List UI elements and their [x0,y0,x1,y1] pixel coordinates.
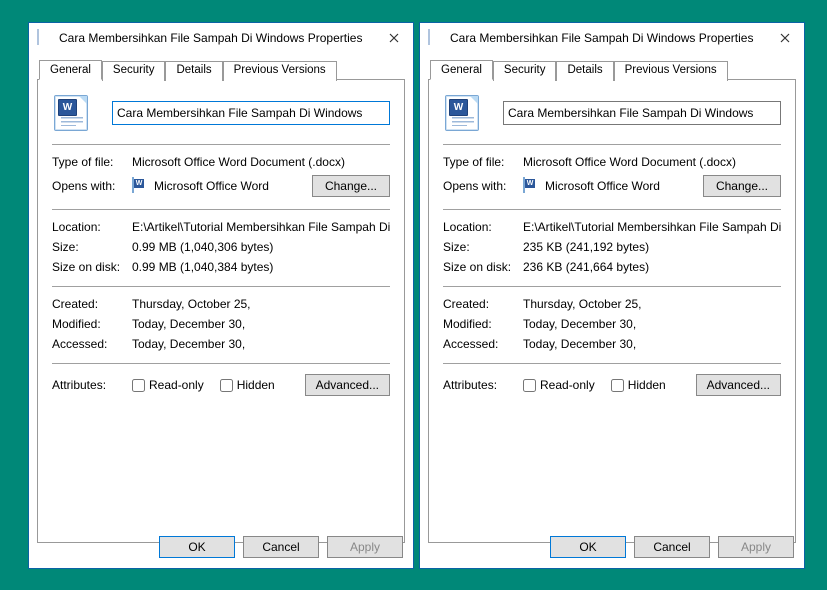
close-button[interactable] [772,28,798,48]
separator [52,144,390,145]
readonly-label: Read-only [540,378,595,392]
modified-value: Today, December 30, [523,317,781,331]
hidden-checkbox[interactable]: Hidden [220,378,275,392]
opens-with-label: Opens with: [52,179,132,193]
file-type-icon: W [443,94,481,132]
advanced-button[interactable]: Advanced... [696,374,781,396]
modified-value: Today, December 30, [132,317,390,331]
ok-button[interactable]: OK [159,536,235,558]
apply-button[interactable]: Apply [718,536,794,558]
size-label: Size: [52,240,132,254]
separator [52,209,390,210]
tab-previous-versions[interactable]: Previous Versions [223,61,337,81]
hidden-label: Hidden [237,378,275,392]
filename-input[interactable] [112,101,390,125]
close-icon [780,33,790,43]
tab-details[interactable]: Details [165,61,222,81]
advanced-button[interactable]: Advanced... [305,374,390,396]
file-icon [428,30,444,46]
change-button[interactable]: Change... [703,175,781,197]
type-of-file-label: Type of file: [52,155,132,169]
type-of-file-value: Microsoft Office Word Document (.docx) [523,155,781,169]
properties-dialog-right: Cara Membersihkan File Sampah Di Windows… [419,22,805,569]
tab-strip: General Security Details Previous Versio… [420,59,804,79]
modified-label: Modified: [443,317,523,331]
separator [443,209,781,210]
tab-security[interactable]: Security [493,61,557,81]
attributes-label: Attributes: [443,378,523,392]
separator [443,363,781,364]
modified-label: Modified: [52,317,132,331]
tab-strip: General Security Details Previous Versio… [29,59,413,79]
properties-dialog-left: Cara Membersihkan File Sampah Di Windows… [28,22,414,569]
hidden-label: Hidden [628,378,666,392]
size-value: 0.99 MB (1,040,306 bytes) [132,240,390,254]
created-value: Thursday, October 25, [132,297,390,311]
accessed-label: Accessed: [52,337,132,351]
created-label: Created: [443,297,523,311]
accessed-value: Today, December 30, [523,337,781,351]
type-of-file-label: Type of file: [443,155,523,169]
location-label: Location: [52,220,132,234]
location-value: E:\Artikel\Tutorial Membersihkan File Sa… [132,220,390,234]
separator [443,286,781,287]
size-value: 235 KB (241,192 bytes) [523,240,781,254]
titlebar[interactable]: Cara Membersihkan File Sampah Di Windows… [29,23,413,53]
tab-details[interactable]: Details [556,61,613,81]
dialog-buttons: OK Cancel Apply [159,536,403,558]
tab-panel-general: W Type of file: Microsoft Office Word Do… [37,79,405,543]
attributes-label: Attributes: [52,378,132,392]
readonly-checkbox[interactable]: Read-only [523,378,595,392]
type-of-file-value: Microsoft Office Word Document (.docx) [132,155,390,169]
created-label: Created: [52,297,132,311]
apply-button[interactable]: Apply [327,536,403,558]
readonly-checkbox[interactable]: Read-only [132,378,204,392]
size-on-disk-value: 236 KB (241,664 bytes) [523,260,781,274]
accessed-value: Today, December 30, [132,337,390,351]
word-icon: W [523,178,539,194]
titlebar[interactable]: Cara Membersihkan File Sampah Di Windows… [420,23,804,53]
filename-input[interactable] [503,101,781,125]
readonly-label: Read-only [149,378,204,392]
word-icon: W [132,178,148,194]
close-icon [389,33,399,43]
opens-with-value: Microsoft Office Word [545,179,660,193]
file-type-icon: W [52,94,90,132]
size-label: Size: [443,240,523,254]
tab-general[interactable]: General [39,60,102,80]
created-value: Thursday, October 25, [523,297,781,311]
size-on-disk-label: Size on disk: [52,260,132,274]
close-button[interactable] [381,28,407,48]
separator [52,286,390,287]
location-label: Location: [443,220,523,234]
separator [52,363,390,364]
change-button[interactable]: Change... [312,175,390,197]
tab-general[interactable]: General [430,60,493,80]
cancel-button[interactable]: Cancel [243,536,319,558]
size-on-disk-value: 0.99 MB (1,040,384 bytes) [132,260,390,274]
window-title: Cara Membersihkan File Sampah Di Windows… [59,31,381,45]
file-icon [37,30,53,46]
location-value: E:\Artikel\Tutorial Membersihkan File Sa… [523,220,781,234]
hidden-checkbox[interactable]: Hidden [611,378,666,392]
ok-button[interactable]: OK [550,536,626,558]
size-on-disk-label: Size on disk: [443,260,523,274]
separator [443,144,781,145]
opens-with-label: Opens with: [443,179,523,193]
accessed-label: Accessed: [443,337,523,351]
window-title: Cara Membersihkan File Sampah Di Windows… [450,31,772,45]
opens-with-value: Microsoft Office Word [154,179,269,193]
tab-security[interactable]: Security [102,61,166,81]
dialog-buttons: OK Cancel Apply [550,536,794,558]
tab-panel-general: W Type of file: Microsoft Office Word Do… [428,79,796,543]
tab-previous-versions[interactable]: Previous Versions [614,61,728,81]
cancel-button[interactable]: Cancel [634,536,710,558]
